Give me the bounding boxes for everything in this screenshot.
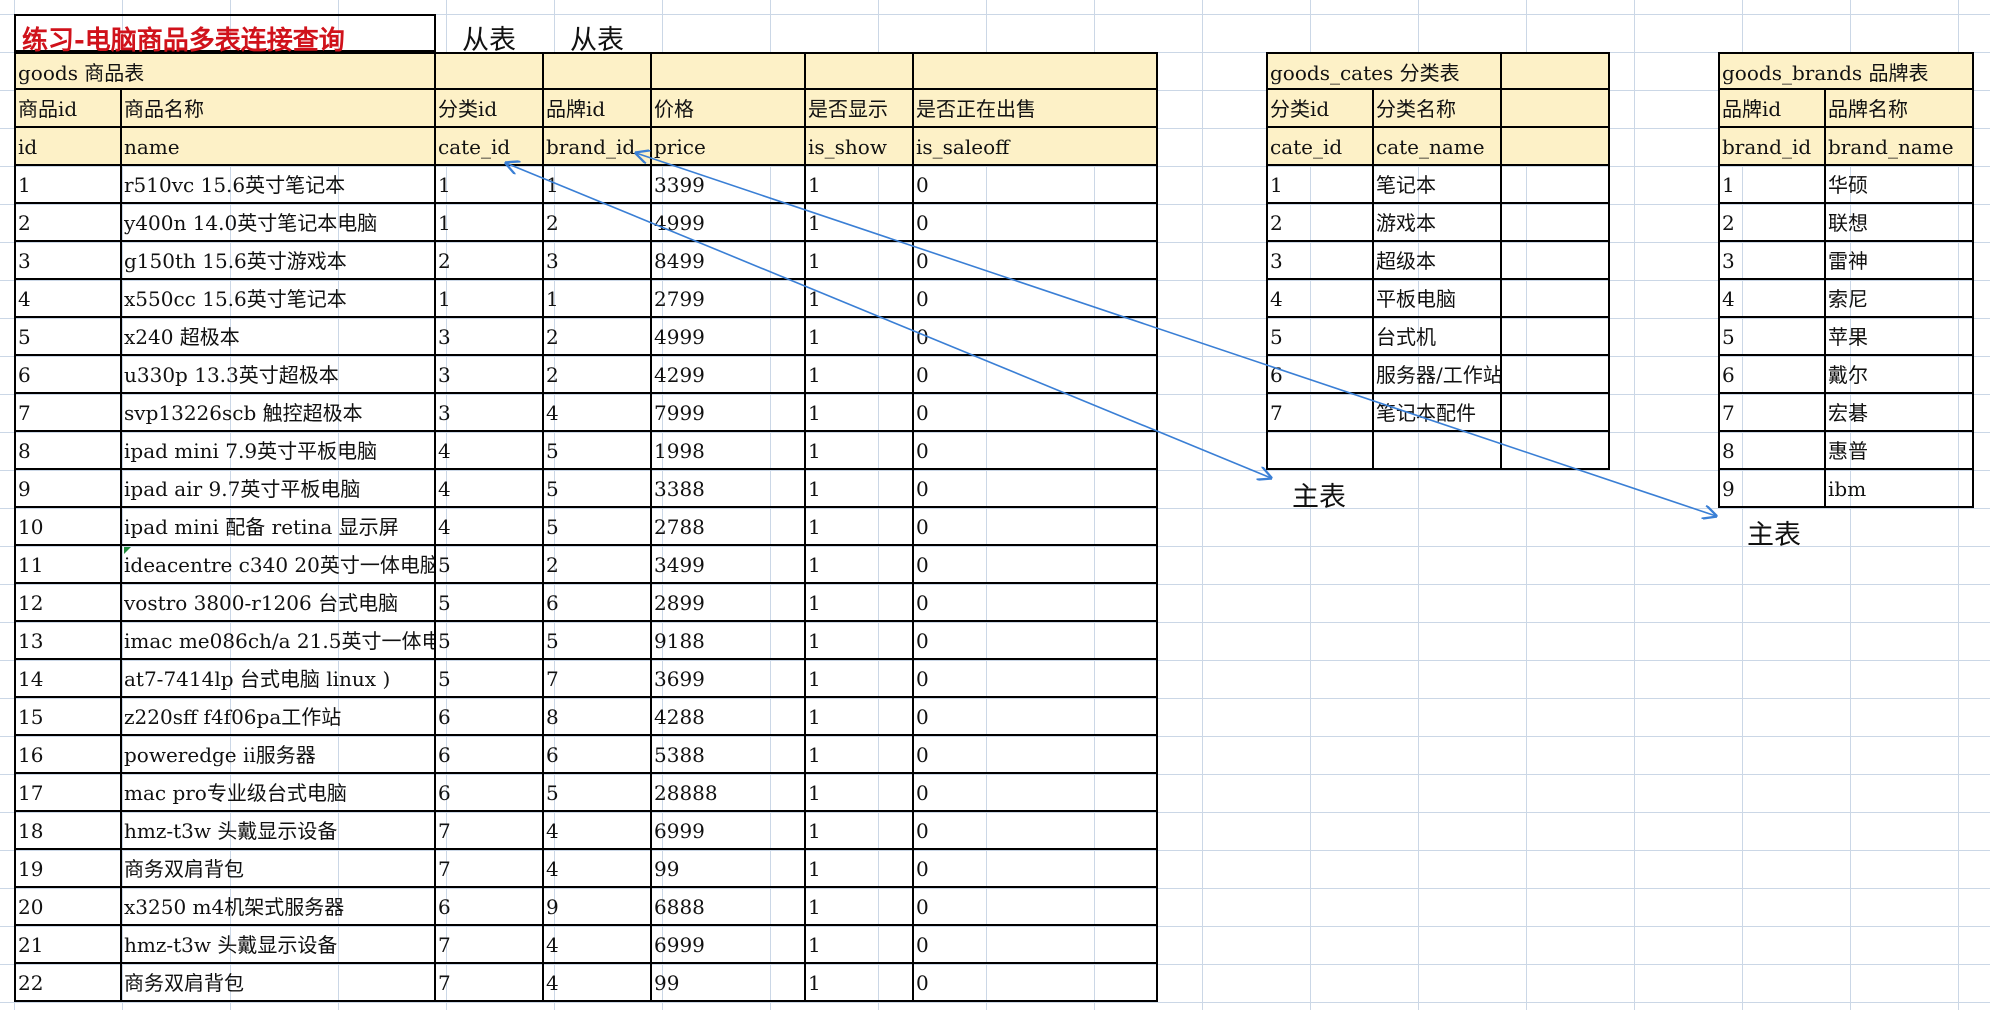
relation-arrows xyxy=(0,0,1990,1010)
arrow-brand-id-to-goods-brands xyxy=(636,153,1716,516)
arrow-cate-id-to-goods-cates xyxy=(506,163,1271,478)
